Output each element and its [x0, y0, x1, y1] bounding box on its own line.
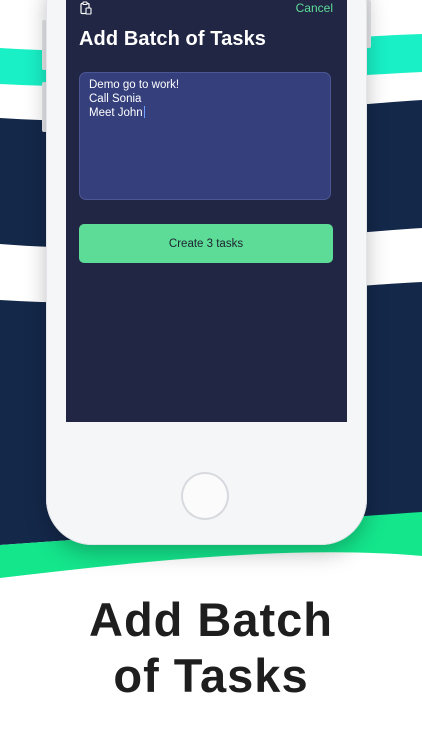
- phone-screen: Cancel Add Batch of Tasks Demo go to wor…: [66, 0, 347, 422]
- task-line-2: Call Sonia: [89, 92, 142, 105]
- marketing-caption: Add Batch of Tasks: [0, 592, 422, 704]
- page-title: Add Batch of Tasks: [79, 28, 267, 50]
- home-button[interactable]: [181, 472, 229, 520]
- task-line-3: Meet John: [89, 106, 145, 119]
- task-line-1: Demo go to work!: [89, 79, 180, 91]
- tasks-textarea[interactable]: Demo go to work! Call Sonia Meet John: [79, 72, 331, 200]
- create-tasks-button[interactable]: Create 3 tasks: [79, 224, 333, 263]
- create-tasks-label: Create 3 tasks: [168, 237, 244, 250]
- cancel-button[interactable]: Cancel: [296, 1, 333, 15]
- phone-frame: Cancel Add Batch of Tasks Demo go to wor…: [46, 0, 367, 545]
- text-caret: [143, 106, 145, 118]
- caption-line-1: Add Batch: [89, 593, 333, 646]
- caption-line-2: of Tasks: [113, 649, 309, 702]
- clipboard-icon[interactable]: [79, 1, 93, 15]
